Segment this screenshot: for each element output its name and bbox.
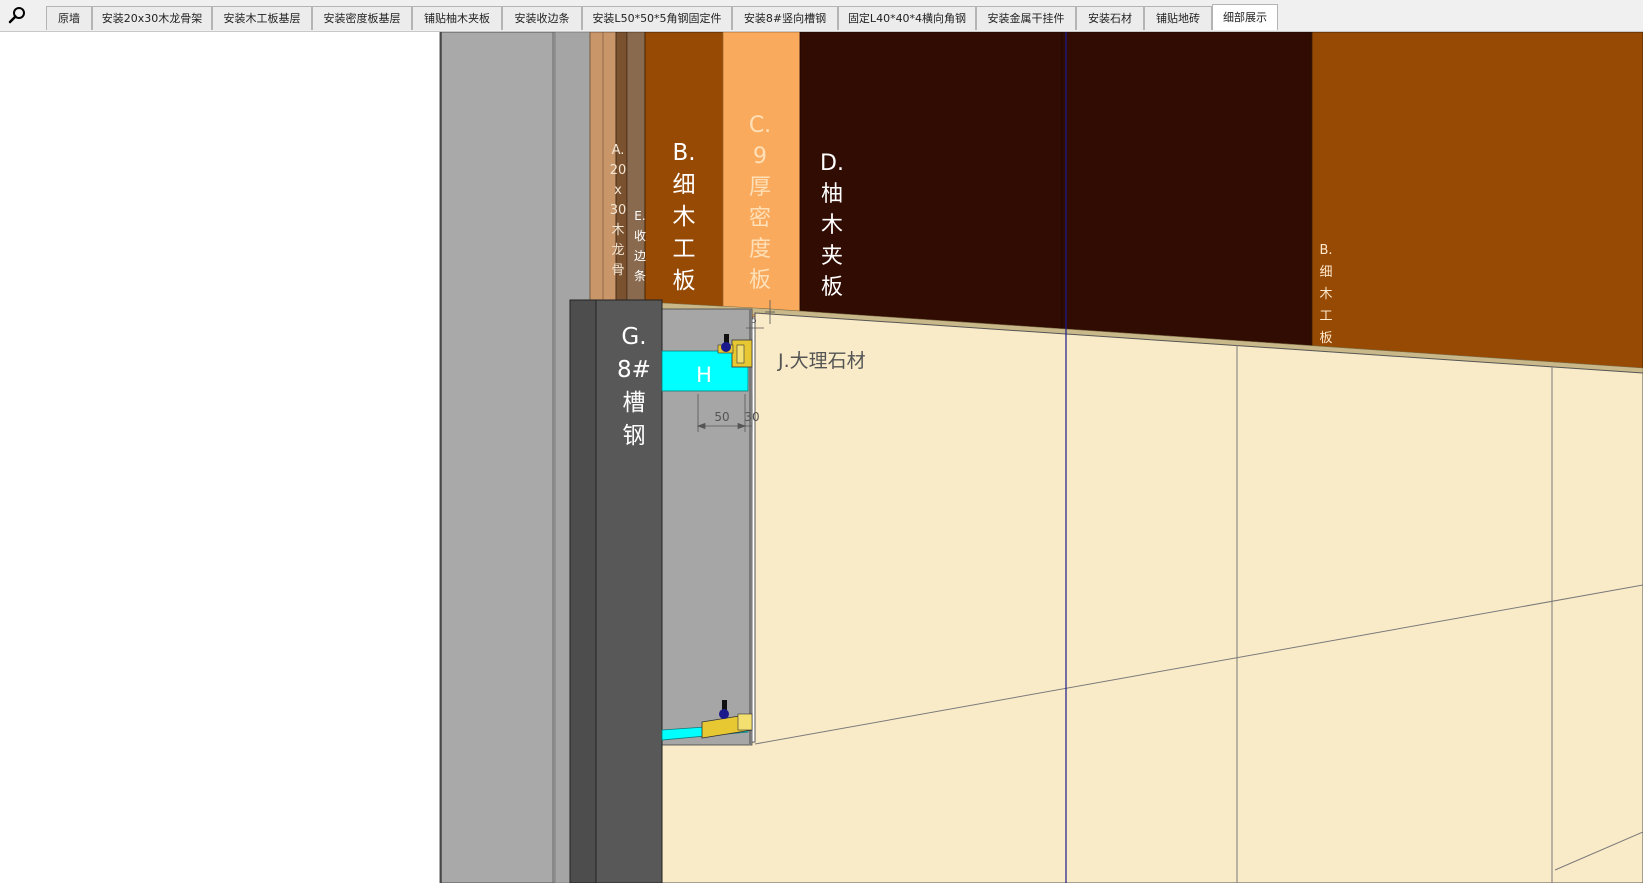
lbl-c-char: 厚 xyxy=(749,175,771,200)
lbl-a-char: x xyxy=(614,183,622,198)
channel-steel xyxy=(569,299,597,884)
label-keel: A. 20 x 30 木龙骨 xyxy=(610,143,627,278)
lbl-b-char: 木 xyxy=(673,204,696,230)
tab-7[interactable]: 安装L50*50*5角钢固定件 xyxy=(582,6,732,30)
lbl-c-char: 度 xyxy=(749,237,771,262)
tab-1[interactable]: 原墙 xyxy=(46,6,92,30)
tab-11[interactable]: 安装石材 xyxy=(1076,6,1144,30)
label-angle-steel: H xyxy=(696,363,712,387)
original-wall xyxy=(439,31,556,884)
toolbar: 原墙 安装20x30木龙骨架 安装木工板基层 安装密度板基层 铺贴柚木夹板 安装收边条 安装… xyxy=(0,0,1643,32)
tab-12[interactable]: 铺贴地砖 xyxy=(1144,6,1212,30)
tab-13[interactable]: 细部展示 xyxy=(1212,4,1278,30)
lbl-b2-char: 板 xyxy=(1319,331,1332,346)
tab-3[interactable]: 安装木工板基层 xyxy=(212,6,312,30)
scene-tabs: 原墙 安装20x30木龙骨架 安装木工板基层 安装密度板基层 铺贴柚木夹板 安装收边条 安装… xyxy=(46,4,1278,31)
lbl-a-char: 木 xyxy=(611,223,624,238)
tab-5[interactable]: 铺贴柚木夹板 xyxy=(412,6,502,30)
label-marble: J.大理石材 xyxy=(777,350,866,372)
search-button[interactable] xyxy=(4,3,30,27)
tab-4[interactable]: 安装密度板基层 xyxy=(312,6,412,30)
dimension-50: 50 xyxy=(714,410,729,424)
label-teak: D. 柚木夹板 xyxy=(820,151,844,300)
label-plywood: B. 细木工板 xyxy=(672,140,695,294)
tab-9[interactable]: 固定L40*40*4横向角钢 xyxy=(838,6,976,30)
magnifier-icon xyxy=(8,7,25,24)
tab-8[interactable]: 安装8#竖向槽钢 xyxy=(732,6,838,30)
lbl-b2-char: 细 xyxy=(1319,265,1332,280)
lbl-d-char: 板 xyxy=(821,275,843,300)
lbl-b2-char: B. xyxy=(1319,243,1332,258)
dimension-30: 30 xyxy=(744,410,759,424)
tab-6[interactable]: 安装收边条 xyxy=(502,6,582,30)
plywood-board-right xyxy=(1311,31,1643,373)
tab-10[interactable]: 安装金属干挂件 xyxy=(976,6,1076,30)
tab-2[interactable]: 安装20x30木龙骨架 xyxy=(92,6,212,30)
section-drawing: A.20x30木龙骨 E.收边条 B.细木工板 C.9厚密度板 D.柚木夹板 B… xyxy=(439,31,1643,884)
lbl-g-char: 槽 xyxy=(623,390,646,416)
lbl-c-char: 板 xyxy=(749,268,771,293)
lbl-c-char: C. xyxy=(749,113,771,138)
lbl-e-char: 边 xyxy=(634,249,646,263)
dimension-small: 5 xyxy=(751,316,757,326)
lbl-a-char: 龙 xyxy=(611,243,624,258)
lbl-a-char: A. xyxy=(612,143,625,158)
marble-panel xyxy=(639,312,1643,884)
lbl-g-char: G. xyxy=(621,324,646,350)
lbl-b-char: 板 xyxy=(673,268,696,294)
lbl-d-char: D. xyxy=(820,151,844,176)
lbl-g-char: 8# xyxy=(617,357,651,383)
lbl-b-char: 细 xyxy=(673,172,696,198)
teak-veneer xyxy=(799,31,1313,348)
lbl-e-char: E. xyxy=(634,209,645,223)
lbl-d-char: 木 xyxy=(821,213,843,238)
lbl-d-char: 柚 xyxy=(821,182,843,207)
lbl-a-char: 30 xyxy=(610,203,627,218)
lbl-g-char: 钢 xyxy=(623,423,646,449)
lbl-e-char: 收 xyxy=(634,229,646,243)
lbl-c-char: 9 xyxy=(753,144,767,169)
lbl-b2-char: 工 xyxy=(1319,309,1332,324)
lbl-a-char: 骨 xyxy=(611,263,624,278)
lbl-e-char: 条 xyxy=(634,269,646,283)
lbl-a-char: 20 xyxy=(610,163,627,178)
lbl-c-char: 密 xyxy=(749,206,771,231)
lbl-b-char: 工 xyxy=(673,236,696,262)
drawing-viewport[interactable]: A. 20 x 30 木龙骨 E. 收边条 B. 细木工板 C. 9 厚密度板 D. 柚木夹板 B… xyxy=(0,31,1643,884)
lbl-b-char: B. xyxy=(672,140,695,166)
lbl-d-char: 夹 xyxy=(821,244,843,269)
lbl-b2-char: 木 xyxy=(1319,287,1332,302)
